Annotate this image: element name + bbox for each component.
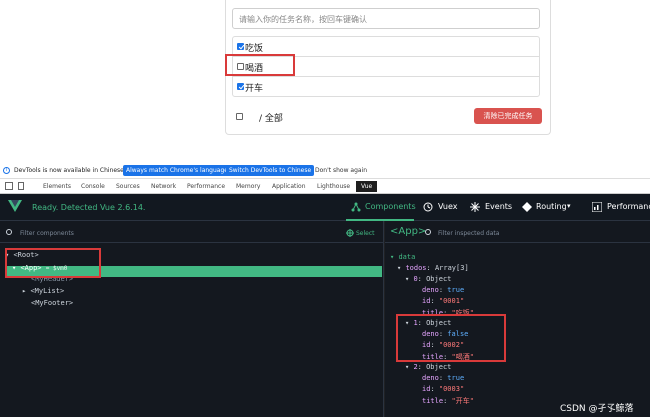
components-icon [351,202,361,212]
select-component-button[interactable]: Select [356,230,375,237]
todo-title: 开车 [245,84,264,94]
tree-node-myfooter[interactable]: <MyFooter> [31,299,73,307]
vue-status: Ready. Detected Vue 2.6.14. [32,203,146,212]
tree-node-mylist[interactable]: ▸ <MyList> [22,287,64,295]
events-icon [470,202,480,212]
component-filter-row: Filter components Select [0,221,383,243]
todo-item-2[interactable]: ▾ 2: Object [405,363,451,371]
tab-sources[interactable]: Sources [116,183,140,190]
todo-item-0[interactable]: ▾ 0: Object [405,275,451,283]
device-toggle-icon[interactable] [18,182,24,190]
clear-completed-button[interactable]: 清除已完成任务 [474,108,542,124]
tab-elements[interactable]: Elements [43,183,71,190]
watermark: CSDN @孑孓鲸落 [560,404,634,414]
todo-checkbox[interactable] [237,43,244,50]
devtools-tabbar: Elements Console Sources Network Perform… [0,179,650,194]
tab-memory[interactable]: Memory [236,183,260,190]
search-icon [425,229,431,235]
nav-events[interactable]: Events [485,202,512,211]
tab-network[interactable]: Network [151,183,176,190]
switch-language-button[interactable]: Switch DevTools to Chinese [226,165,315,176]
nav-components[interactable]: Components [365,202,416,211]
info-icon: i [3,167,10,174]
footer-label: / 全部 [259,114,283,124]
selected-component-name: <App> [390,226,427,237]
todo-title: 吃饭 [245,44,264,54]
data-section-header[interactable]: ▾ data [390,253,415,261]
dont-show-button[interactable]: Don't show again [312,165,370,176]
todo-checkbox[interactable] [237,83,244,90]
search-icon [6,229,12,235]
todo-app: 请输入你的任务名称，按回车键确认 吃饭 喝酒 开车 / 全部 清除已完成任务 [0,0,650,163]
history-icon [423,202,433,212]
prop-id: id: "0001" [422,297,465,305]
prop-title: title: "开车" [422,397,474,405]
match-language-button[interactable]: Always match Chrome's language [123,165,231,176]
nav-vuex[interactable]: Vuex [438,202,458,211]
vue-devtools-header: Ready. Detected Vue 2.6.14. Components V… [0,194,650,221]
inspect-icon[interactable] [5,182,13,190]
todos-row[interactable]: ▾ todos: Array[3] [397,264,469,272]
tab-lighthouse[interactable]: Lighthouse [317,183,350,190]
devtools-panel: i DevTools is now available in Chinese! … [0,163,650,417]
chevron-down-icon[interactable]: ▾ [567,202,571,210]
data-filter-input[interactable]: Filter inspected data [438,230,499,237]
inspector-filter-row: <App> Filter inspected data [385,221,650,243]
crosshair-icon [346,229,354,237]
prop-deno: deno: true [422,286,465,294]
highlight-box [396,314,506,362]
tab-vue[interactable]: Vue [356,181,378,192]
prop-id: id: "0003" [422,385,465,393]
tab-application[interactable]: Application [272,183,306,190]
infobar-message: DevTools is now available in Chinese! [14,167,127,174]
select-all-checkbox[interactable] [236,113,243,120]
nav-performance[interactable]: Performance [607,202,650,211]
task-input[interactable]: 请输入你的任务名称，按回车键确认 [232,8,540,29]
vue-logo-inner-icon [11,200,19,207]
highlight-box [225,54,295,76]
tab-console[interactable]: Console [81,183,105,190]
list-item[interactable]: 开车 [233,77,539,97]
prop-deno: deno: true [422,374,465,382]
highlight-box [5,248,101,278]
language-infobar: i DevTools is now available in Chinese! … [0,163,650,179]
nav-routing[interactable]: Routing [536,202,567,211]
routing-icon [522,202,532,212]
performance-icon [592,202,602,212]
tab-performance[interactable]: Performance [187,183,225,190]
component-filter-input[interactable]: Filter components [20,230,74,237]
